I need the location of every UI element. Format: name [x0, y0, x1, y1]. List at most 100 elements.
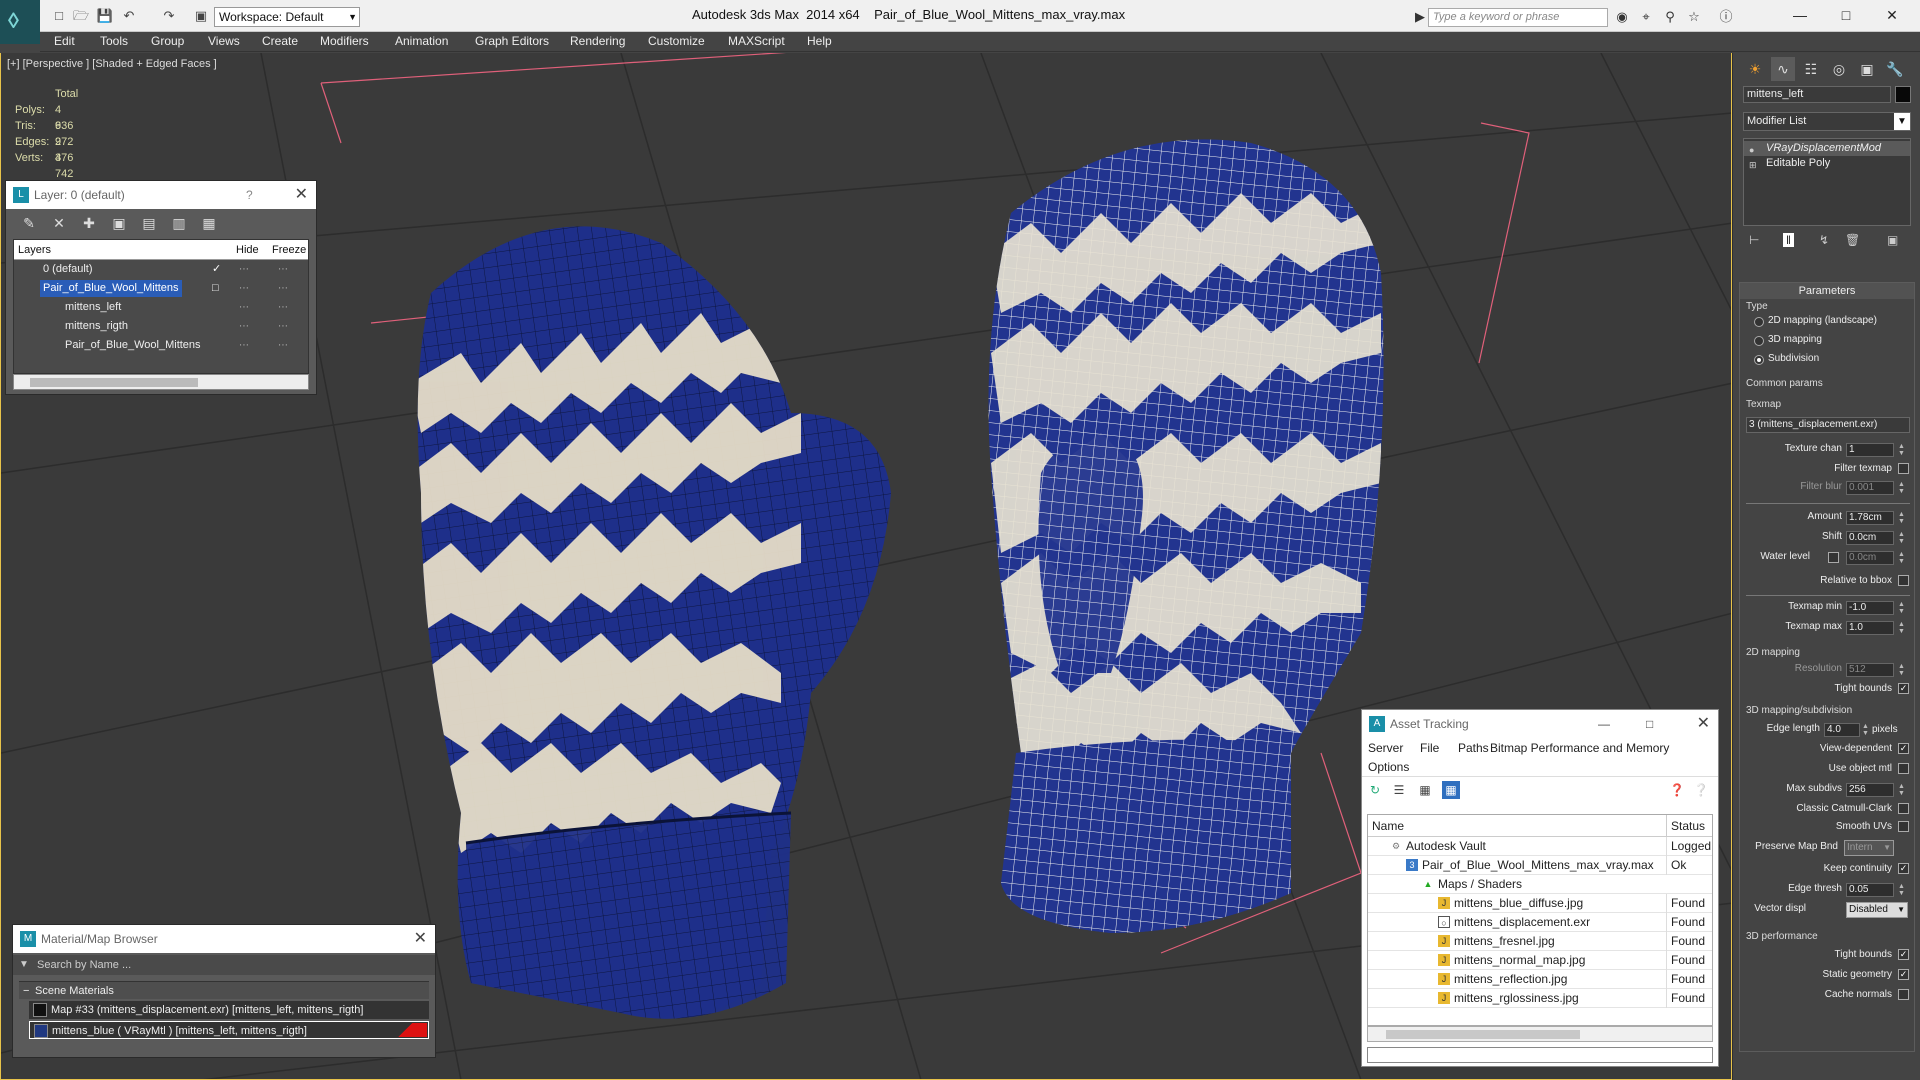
water-level-checkbox[interactable] — [1828, 552, 1839, 563]
max-subdivs-field[interactable]: 256 — [1846, 783, 1894, 797]
layer-row[interactable]: Pair_of_Blue_Wool_Mittens □ ⋯ ⋯ — [14, 279, 308, 298]
menu-animation[interactable]: Animation — [395, 34, 448, 48]
vector-displ-dropdown[interactable]: Disabled ▼ — [1846, 902, 1908, 918]
texmap-min-field[interactable]: -1.0 — [1846, 601, 1894, 615]
communication-icon[interactable]: ⚲ — [1662, 9, 1678, 25]
menu-customize[interactable]: Customize — [648, 34, 705, 48]
asset-menu-file[interactable]: File — [1420, 741, 1439, 755]
pin-stack-icon[interactable]: ⊢ — [1749, 233, 1759, 247]
minimize-icon[interactable]: — — [1598, 710, 1610, 738]
right-mitten-mesh[interactable] — [988, 139, 1384, 933]
edge-length-field[interactable]: 4.0 — [1824, 723, 1860, 737]
help-topic-icon[interactable]: ❓ — [1668, 781, 1686, 799]
freeze-toggle[interactable]: ⋯ — [278, 260, 288, 279]
utilities-tab-icon[interactable]: 🔧 — [1883, 57, 1907, 81]
perf-tight-bounds-checkbox[interactable]: ✓ — [1898, 949, 1909, 960]
menu-create[interactable]: Create — [262, 34, 298, 48]
col-freeze[interactable]: Freeze — [272, 240, 306, 260]
show-end-result-icon[interactable]: ‖ — [1783, 233, 1794, 247]
tight-bounds-checkbox[interactable]: ✓ — [1898, 683, 1909, 694]
left-mitten-mesh[interactable] — [411, 226, 891, 1019]
menu-maxscript[interactable]: MAXScript — [728, 34, 785, 48]
layer-object-row[interactable]: Pair_of_Blue_Wool_Mittens ⋯ ⋯ — [14, 336, 308, 355]
freeze-toggle[interactable]: ⋯ — [278, 279, 288, 298]
material-item[interactable]: mittens_blue ( VRayMtl ) [mittens_left, … — [29, 1021, 429, 1039]
create-tab-icon[interactable]: ☀ — [1743, 57, 1767, 81]
modifier-stack-item[interactable]: ● VRayDisplacementMod — [1744, 141, 1910, 156]
material-item[interactable]: Map #33 (mittens_displacement.exr) [mitt… — [29, 1001, 429, 1019]
col-status[interactable]: Status — [1666, 815, 1705, 837]
workspace-dropdown[interactable]: Workspace: Default ▼ — [214, 7, 360, 27]
asset-menu-bitmap-performance[interactable]: Bitmap Performance and Memory — [1490, 741, 1669, 755]
search-input[interactable]: Type a keyword or phrase — [1428, 8, 1608, 27]
spinner-icon[interactable]: ▲ ▼ — [1898, 481, 1906, 495]
table-view-icon[interactable]: ▦ — [1442, 781, 1460, 799]
texture-chan-field[interactable]: 1 — [1846, 443, 1894, 457]
horizontal-scrollbar[interactable] — [13, 374, 309, 390]
options-dropdown-icon[interactable]: ▼ — [19, 955, 29, 975]
hide-toggle[interactable]: ⋯ — [239, 317, 249, 336]
spinner-icon[interactable]: ▲ ▼ — [1898, 551, 1906, 565]
menu-edit[interactable]: Edit — [54, 34, 75, 48]
filter-texmap-checkbox[interactable] — [1898, 463, 1909, 474]
menu-rendering[interactable]: Rendering — [570, 34, 625, 48]
texmap-button[interactable]: 3 (mittens_displacement.exr) — [1746, 417, 1910, 433]
view-dependent-checkbox[interactable]: ✓ — [1898, 743, 1909, 754]
asset-row[interactable]: ⚙ Autodesk Vault Logged O — [1368, 837, 1712, 856]
asset-menu-options[interactable]: Options — [1368, 760, 1409, 774]
help-button[interactable]: ? — [246, 181, 253, 209]
asset-row[interactable]: J mittens_fresnel.jpg Found — [1368, 932, 1712, 951]
parameters-rollout-header[interactable]: Parameters — [1740, 283, 1914, 299]
filter-blur-field[interactable]: 0.001 — [1846, 481, 1894, 495]
cache-normals-checkbox[interactable] — [1898, 989, 1909, 1000]
thumbnail-view-icon[interactable]: ▦ — [1416, 781, 1434, 799]
texmap-max-field[interactable]: 1.0 — [1846, 621, 1894, 635]
layer-row[interactable]: 0 (default) ✓ ⋯ ⋯ — [14, 260, 308, 279]
delete-layer-icon[interactable]: ✕ — [50, 214, 68, 232]
spinner-icon[interactable]: ▲ ▼ — [1862, 723, 1870, 737]
maximize-icon[interactable]: □ — [1646, 710, 1653, 738]
spinner-icon[interactable]: ▲ ▼ — [1898, 601, 1906, 615]
motion-tab-icon[interactable]: ◎ — [1827, 57, 1851, 81]
close-icon[interactable]: ✕ — [295, 181, 308, 209]
preserve-map-dropdown[interactable]: Intern ▼ — [1844, 840, 1894, 856]
relative-bbox-checkbox[interactable] — [1898, 575, 1909, 586]
open-file-icon[interactable]: 🗁 — [72, 8, 90, 24]
list-view-icon[interactable]: ☰ — [1390, 781, 1408, 799]
menu-tools[interactable]: Tools — [100, 34, 128, 48]
hide-toggle[interactable]: ⋯ — [239, 279, 249, 298]
spinner-icon[interactable]: ▲ ▼ — [1898, 511, 1906, 525]
close-icon[interactable]: ✕ — [414, 925, 427, 953]
horizontal-scrollbar[interactable] — [1367, 1026, 1713, 1042]
classic-catmull-checkbox[interactable] — [1898, 803, 1909, 814]
undo-icon[interactable]: ↶ — [120, 8, 138, 24]
use-object-mtl-checkbox[interactable] — [1898, 763, 1909, 774]
amount-field[interactable]: 1.78cm — [1846, 511, 1894, 525]
spinner-icon[interactable]: ▲ ▼ — [1898, 531, 1906, 545]
freeze-toggle[interactable]: ⋯ — [278, 317, 288, 336]
asset-row[interactable]: 3 Pair_of_Blue_Wool_Mittens_max_vray.max… — [1368, 856, 1712, 875]
smooth-uvs-checkbox[interactable] — [1898, 821, 1909, 832]
menu-modifiers[interactable]: Modifiers — [320, 34, 369, 48]
help-context-icon[interactable]: ❔ — [1692, 781, 1710, 799]
asset-row[interactable]: ○ mittens_displacement.exr Found — [1368, 913, 1712, 932]
radio-subdivision[interactable]: Subdivision — [1754, 353, 1819, 365]
col-hide[interactable]: Hide — [236, 240, 259, 260]
modifier-list-dropdown[interactable]: Modifier List ▼ — [1743, 112, 1911, 131]
freeze-toggle[interactable]: ⋯ — [278, 336, 288, 355]
spinner-icon[interactable]: ▲ ▼ — [1898, 621, 1906, 635]
scene-materials-group[interactable]: − Scene Materials — [19, 981, 429, 999]
hide-toggle[interactable]: ⋯ — [239, 298, 249, 317]
asset-row[interactable]: J mittens_reflection.jpg Found — [1368, 970, 1712, 989]
hide-toggle[interactable]: ⋯ — [239, 260, 249, 279]
hide-toggle[interactable]: ⋯ — [239, 336, 249, 355]
set-current-box[interactable]: □ — [212, 279, 219, 298]
layer-object-row[interactable]: mittens_rigth ⋯ ⋯ — [14, 317, 308, 336]
close-window-button[interactable]: ✕ — [1872, 4, 1912, 26]
refresh-icon[interactable]: ↻ — [1366, 781, 1384, 799]
save-file-icon[interactable]: 💾 — [96, 8, 114, 24]
favorites-star-icon[interactable]: ☆ — [1686, 9, 1702, 25]
col-layers[interactable]: Layers — [18, 240, 51, 260]
menu-views[interactable]: Views — [208, 34, 240, 48]
new-file-icon[interactable]: □ — [50, 8, 68, 24]
